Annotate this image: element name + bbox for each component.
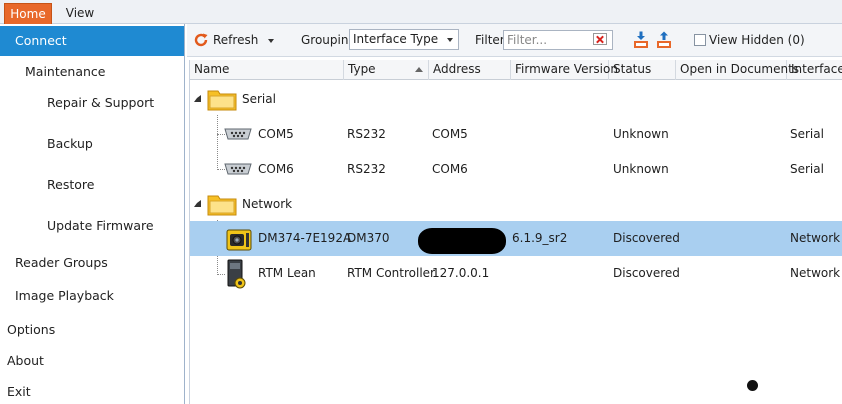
column-header-type-label: Type [348,62,376,76]
cell-interface: Serial [790,127,824,141]
group-label: Serial [242,92,276,106]
sidebar-item-restore[interactable]: Restore [0,170,184,200]
cell-address: COM5 [432,127,468,141]
refresh-button[interactable]: Refresh [193,30,275,51]
cell-status: Unknown [613,127,669,141]
collapse-group-icon[interactable] [194,95,201,102]
column-header-name[interactable]: Name [190,60,344,80]
cell-name: COM5 [258,127,294,141]
cursor-dot [747,380,758,391]
import-icon[interactable] [633,31,649,49]
sort-ascending-icon [415,67,423,72]
tab-home[interactable]: Home [4,3,52,24]
folder-icon [207,195,237,216]
cell-name: DM374-7E192A [258,231,352,245]
cell-interface: Network [790,231,841,245]
sidebar: Connect Maintenance Repair & Support Bac… [0,24,185,404]
column-header-open-in-documents[interactable]: Open in Documents [676,60,799,80]
grouping-label: Grouping [301,33,357,47]
grid-header: Name Type Address Firmware Version Statu… [190,60,842,80]
cell-interface: Network [790,266,841,280]
sidebar-item-connect[interactable]: Connect [0,26,184,56]
table-row[interactable]: RTM Lean RTM Controller 127.0.0.1 Discov… [190,256,842,291]
export-icon[interactable] [656,31,672,49]
view-hidden-label: View Hidden (0) [709,33,805,47]
cell-address: COM6 [432,162,468,176]
cell-type: RS232 [347,162,386,176]
refresh-icon [194,33,208,47]
sidebar-item-reader-groups[interactable]: Reader Groups [0,248,184,278]
group-row-network[interactable]: Network [190,187,842,222]
grouping-select[interactable]: Interface Type [349,29,459,50]
sidebar-item-options[interactable]: Options [0,315,184,345]
cell-address: 127.0.0.1 [432,266,490,280]
cell-name: RTM Lean [258,266,316,280]
serial-port-icon [224,128,252,140]
sidebar-item-image-playback[interactable]: Image Playback [0,281,184,311]
filter-label: Filter [475,33,505,47]
column-header-address[interactable]: Address [429,60,511,80]
controller-icon [227,259,246,289]
sidebar-item-exit[interactable]: Exit [0,377,184,404]
cell-type: RTM Controller [347,266,435,280]
sidebar-item-maintenance[interactable]: Maintenance [0,57,184,87]
column-header-firmware[interactable]: Firmware Version [511,60,618,80]
cell-interface: Serial [790,162,824,176]
cell-status: Unknown [613,162,669,176]
table-row[interactable]: COM5 RS232 COM5 Unknown Serial [190,117,842,152]
cell-type: RS232 [347,127,386,141]
dataman-reader-icon [226,229,252,251]
cell-type: DM370 [347,231,390,245]
tab-view[interactable]: View [58,3,102,24]
sidebar-item-repair-support[interactable]: Repair & Support [0,88,184,118]
serial-port-icon [224,163,252,175]
refresh-label: Refresh [213,33,259,47]
ribbon: Home View [0,0,842,24]
collapse-group-icon[interactable] [194,200,201,207]
chevron-down-icon [447,38,453,42]
column-header-status[interactable]: Status [609,60,676,80]
column-header-interface[interactable]: Interface [787,60,842,80]
column-header-type[interactable]: Type [344,60,429,80]
cell-status: Discovered [613,231,680,245]
folder-icon [207,90,237,111]
refresh-dropdown-icon[interactable] [268,38,275,43]
table-row[interactable]: DM374-7E192A DM370 6.1.9_sr2 Discovered … [190,221,842,256]
redaction-mark [418,228,506,254]
device-grid: Name Type Address Firmware Version Statu… [189,60,842,404]
grouping-value: Interface Type [353,32,439,46]
sidebar-item-about[interactable]: About [0,346,184,376]
toolbar: Refresh Grouping Interface Type Filter V… [187,24,842,57]
sidebar-item-update-firmware[interactable]: Update Firmware [0,211,184,241]
clear-filter-icon[interactable] [593,33,607,45]
view-hidden-checkbox[interactable] [694,34,706,46]
group-label: Network [242,197,293,211]
sidebar-item-backup[interactable]: Backup [0,129,184,159]
cell-name: COM6 [258,162,294,176]
cell-status: Discovered [613,266,680,280]
group-row-serial[interactable]: Serial [190,82,842,117]
table-row[interactable]: COM6 RS232 COM6 Unknown Serial [190,152,842,187]
cell-firmware: 6.1.9_sr2 [512,231,568,245]
